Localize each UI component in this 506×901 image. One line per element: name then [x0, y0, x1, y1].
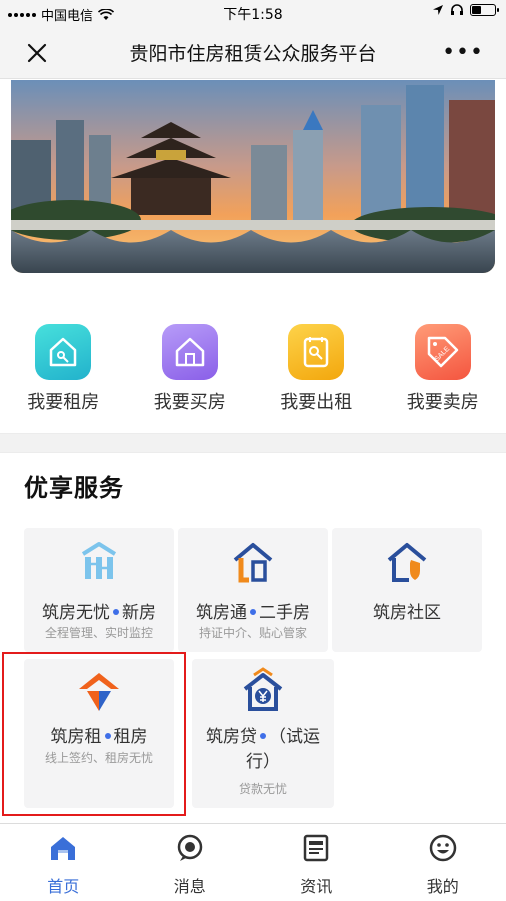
status-bar: 中国电信 下午1:58: [0, 0, 506, 26]
home-icon: [48, 833, 78, 863]
quick-action-label: 我要买房: [127, 388, 254, 414]
nav-bar: 贵阳市住房租赁公众服务平台 •••: [0, 26, 506, 79]
status-right: [432, 4, 496, 16]
community-shield-icon: [383, 538, 431, 586]
loan-yuan-icon: [239, 667, 287, 715]
service-title: 筑房社区: [332, 598, 482, 623]
profile-icon: [428, 833, 458, 863]
tab-label: 资讯: [253, 873, 380, 897]
section-title: 优享服务: [24, 468, 124, 503]
battery-icon: [470, 4, 496, 16]
service-title: 筑房通二手房: [178, 598, 328, 623]
section-divider: [0, 433, 506, 453]
hero-banner[interactable]: [11, 80, 495, 273]
service-card-loan[interactable]: 筑房贷（试运行） 贷款无忧: [192, 659, 334, 808]
service-subtitle: 贷款无忧: [192, 780, 334, 797]
location-arrow-icon: [432, 4, 444, 16]
service-subtitle: 持证中介、贴心管家: [178, 624, 328, 641]
tab-profile[interactable]: 我的: [380, 824, 506, 901]
tab-label: 首页: [0, 873, 127, 897]
quick-action-label: 我要租房: [0, 388, 127, 414]
rent-house-icon: [35, 324, 91, 380]
more-menu-button[interactable]: •••: [442, 40, 484, 65]
service-card-new-house[interactable]: 筑房无忧新房 全程管理、实时监控: [24, 528, 174, 652]
status-time: 下午1:58: [0, 4, 506, 24]
quick-actions: 我要租房 我要买房 我要出租 SALE 我要卖房: [0, 320, 506, 420]
page-title: 贵阳市住房租赁公众服务平台: [0, 39, 506, 66]
tab-label: 我的: [380, 873, 506, 897]
buy-house-icon: [162, 324, 218, 380]
service-card-community[interactable]: 筑房社区: [332, 528, 482, 652]
quick-action-buy[interactable]: 我要买房: [127, 320, 254, 420]
quick-action-label: 我要出租: [253, 388, 380, 414]
lease-out-icon: [288, 324, 344, 380]
tab-news[interactable]: 资讯: [253, 824, 380, 901]
svg-text:SALE: SALE: [433, 345, 451, 363]
tab-home[interactable]: 首页: [0, 824, 127, 901]
message-icon: [175, 833, 205, 863]
selection-highlight: [2, 652, 186, 816]
new-house-icon: [75, 538, 123, 586]
headphones-icon: [450, 4, 464, 16]
service-subtitle: 全程管理、实时监控: [24, 624, 174, 641]
service-card-second-hand[interactable]: 筑房通二手房 持证中介、贴心管家: [178, 528, 328, 652]
bottom-tab-bar: 首页 消息 资讯 我的: [0, 823, 506, 901]
quick-action-rent[interactable]: 我要租房: [0, 320, 127, 420]
sale-tag-icon: SALE: [415, 324, 471, 380]
service-title: 筑房贷（试运行）: [192, 725, 334, 775]
quick-action-lease[interactable]: 我要出租: [253, 320, 380, 420]
tab-label: 消息: [127, 873, 254, 897]
city-skyline-image: [11, 80, 495, 273]
tab-messages[interactable]: 消息: [127, 824, 254, 901]
quick-action-label: 我要卖房: [380, 388, 506, 414]
news-icon: [301, 833, 331, 863]
quick-action-sell[interactable]: SALE 我要卖房: [380, 320, 506, 420]
service-title: 筑房无忧新房: [24, 598, 174, 623]
second-hand-house-icon: [229, 538, 277, 586]
